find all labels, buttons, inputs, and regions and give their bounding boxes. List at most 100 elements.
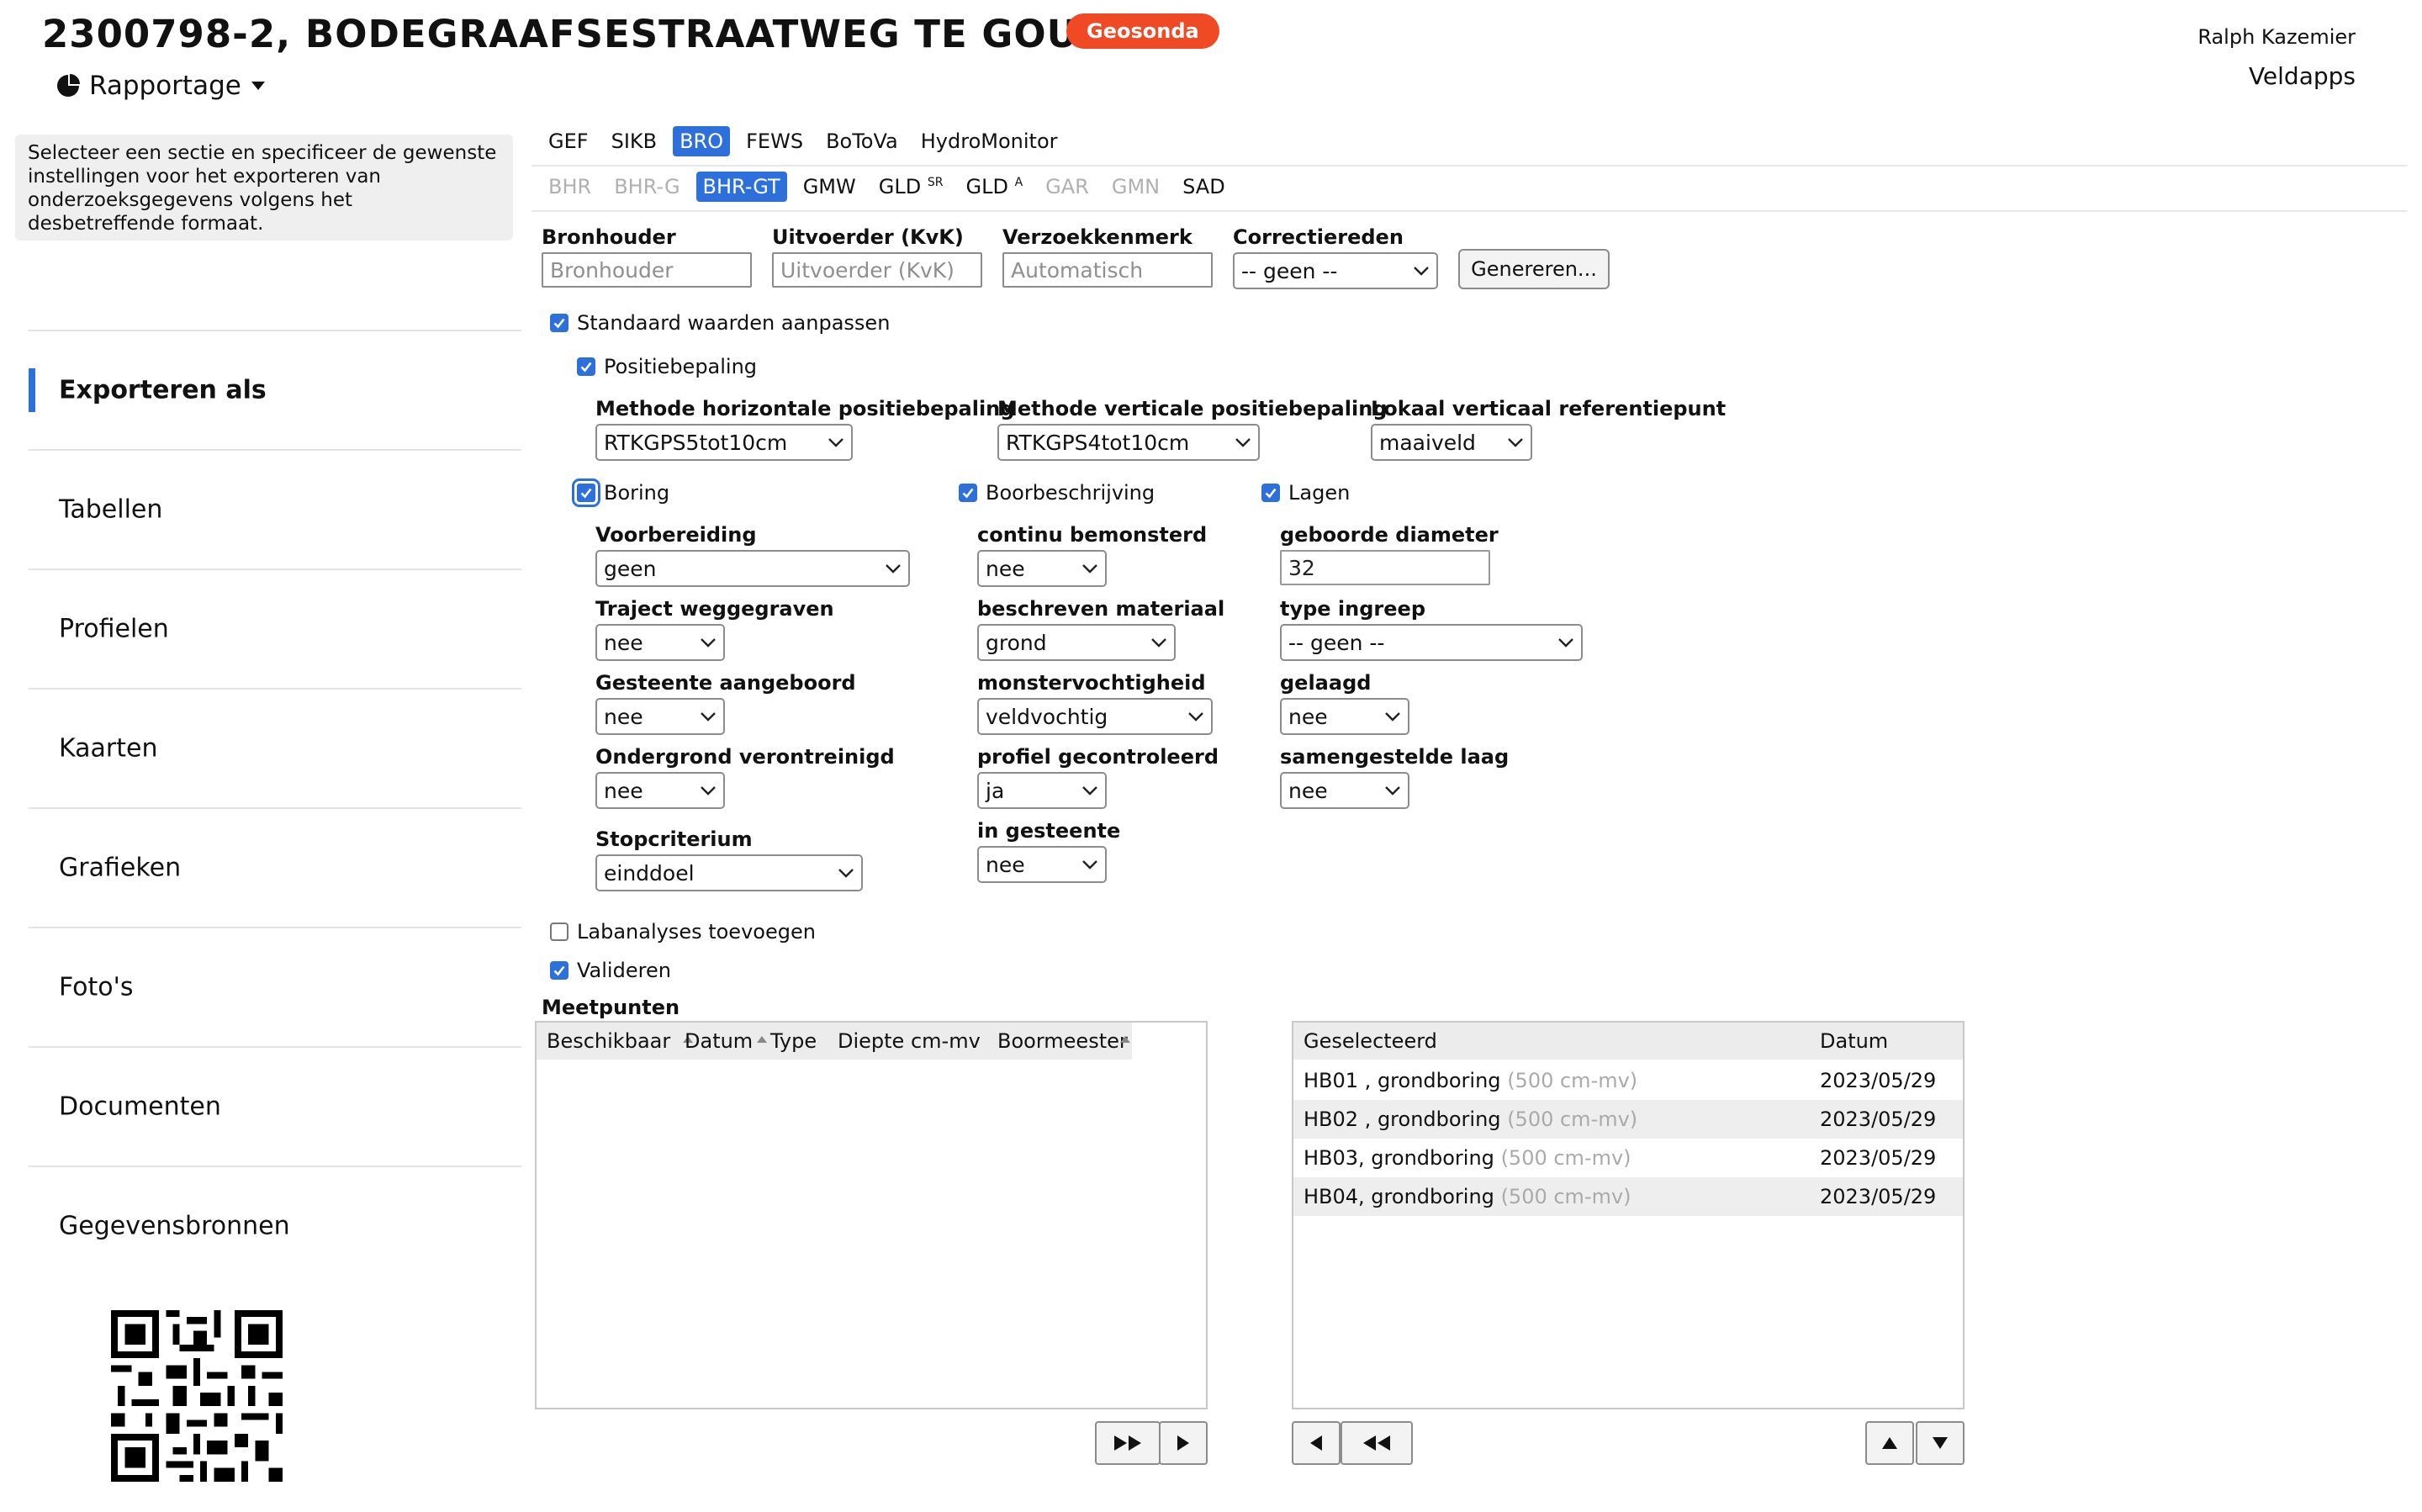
chevron-down-icon xyxy=(1081,859,1098,870)
double-right-arrow-icon xyxy=(1114,1435,1141,1451)
voorbereiding-select[interactable]: geen xyxy=(595,550,910,587)
pie-chart-icon xyxy=(57,74,80,97)
remove-button[interactable] xyxy=(1292,1421,1341,1465)
tab-bro[interactable]: BRO xyxy=(673,126,731,156)
col-geselecteerd[interactable]: Geselecteerd xyxy=(1304,1029,1437,1053)
sidebar-item-documenten[interactable]: Documenten xyxy=(29,1046,521,1166)
table-row[interactable]: HB01 , grondboring (500 cm-mv) 2023/05/2… xyxy=(1293,1061,1963,1100)
valideren-checkbox[interactable]: Valideren xyxy=(550,959,671,982)
checkbox-box[interactable] xyxy=(550,961,568,980)
chevron-down-icon xyxy=(1384,711,1401,722)
samengesteld-select[interactable]: nee xyxy=(1280,772,1409,809)
chevron-down-icon xyxy=(885,563,902,574)
table-row[interactable]: HB02 , grondboring (500 cm-mv) 2023/05/2… xyxy=(1293,1100,1963,1139)
labanalyses-checkbox[interactable]: Labanalyses toevoegen xyxy=(550,920,816,944)
row-date: 2023/05/29 xyxy=(1820,1146,1937,1170)
diameter-input[interactable] xyxy=(1280,550,1490,585)
sidebar-item-kaarten[interactable]: Kaarten xyxy=(29,688,521,807)
checkbox-box[interactable] xyxy=(550,314,568,332)
sidebar-item-label: Grafieken xyxy=(59,853,182,883)
sidebar-item-exporteren[interactable]: Exporteren als xyxy=(29,330,521,449)
tab-gld-a[interactable]: GLD A xyxy=(959,172,1029,202)
col-datum[interactable]: Datum xyxy=(685,1029,753,1053)
sidebar-item-gegevensbronnen[interactable]: Gegevensbronnen xyxy=(29,1166,521,1285)
sidebar-item-label: Exporteren als xyxy=(59,375,267,405)
row-depth: (500 cm-mv) xyxy=(1507,1108,1638,1131)
bronhouder-input[interactable] xyxy=(542,252,752,288)
checkbox-label: Labanalyses toevoegen xyxy=(577,920,816,944)
stopcriterium-label: Stopcriterium xyxy=(595,827,753,851)
lagen-checkbox[interactable]: Lagen xyxy=(1261,481,1350,505)
tab-gar[interactable]: GAR xyxy=(1039,172,1096,202)
apps-link[interactable]: Veldapps xyxy=(2249,62,2356,90)
selected-table[interactable]: Geselecteerd Datum HB01 , grondboring (5… xyxy=(1292,1021,1965,1409)
tab-gmw[interactable]: GMW xyxy=(796,172,863,202)
col-boormeester[interactable]: Boormeester xyxy=(997,1029,1128,1053)
continu-select[interactable]: nee xyxy=(977,550,1107,587)
tab-hydromonitor[interactable]: HydroMonitor xyxy=(914,126,1065,156)
tab-botova[interactable]: BoToVa xyxy=(819,126,905,156)
tab-gef[interactable]: GEF xyxy=(542,126,595,156)
boorbeschrijving-checkbox[interactable]: Boorbeschrijving xyxy=(959,481,1155,505)
tab-bhr-g[interactable]: BHR-G xyxy=(607,172,686,202)
sidebar-item-fotos[interactable]: Foto's xyxy=(29,927,521,1046)
positie-checkbox[interactable]: Positiebepaling xyxy=(577,355,757,378)
tab-divider xyxy=(531,210,2407,212)
gelaagd-select[interactable]: nee xyxy=(1280,698,1409,735)
checkbox-box[interactable] xyxy=(550,923,568,941)
profiel-select[interactable]: ja xyxy=(977,772,1107,809)
sidebar-item-profielen[interactable]: Profielen xyxy=(29,568,521,688)
gesteente-select[interactable]: nee xyxy=(595,698,725,735)
stopcriterium-select[interactable]: einddoel xyxy=(595,854,863,891)
checkbox-box[interactable] xyxy=(577,357,595,376)
traject-select[interactable]: nee xyxy=(595,624,725,661)
materiaal-select[interactable]: grond xyxy=(977,624,1176,661)
checkbox-label: Valideren xyxy=(577,959,671,982)
checkmark-icon xyxy=(961,486,975,500)
sidebar-item-tabellen[interactable]: Tabellen xyxy=(29,449,521,568)
tab-bhr-gt[interactable]: BHR-GT xyxy=(695,172,787,202)
tab-sad[interactable]: SAD xyxy=(1176,172,1232,202)
boring-checkbox[interactable]: Boring xyxy=(572,478,669,507)
remove-all-button[interactable] xyxy=(1341,1421,1413,1465)
table-row[interactable]: HB04, grondboring (500 cm-mv) 2023/05/29 xyxy=(1293,1177,1963,1216)
add-all-button[interactable] xyxy=(1095,1421,1161,1465)
ingreep-select[interactable]: -- geen -- xyxy=(1280,624,1583,661)
move-down-button[interactable] xyxy=(1916,1421,1965,1465)
checkbox-box[interactable] xyxy=(572,478,600,507)
tab-sikb[interactable]: SIKB xyxy=(605,126,664,156)
select-value: ja xyxy=(986,778,1005,803)
add-button[interactable] xyxy=(1159,1421,1208,1465)
ondergrond-select[interactable]: nee xyxy=(595,772,725,809)
col-diepte[interactable]: Diepte cm-mv xyxy=(838,1029,981,1053)
tab-fews[interactable]: FEWS xyxy=(739,126,810,156)
col-beschikbaar[interactable]: Beschikbaar xyxy=(547,1029,670,1053)
tab-gmn[interactable]: GMN xyxy=(1105,172,1166,202)
tab-superscript: A xyxy=(1014,176,1023,189)
vocht-select[interactable]: veldvochtig xyxy=(977,698,1213,735)
lokaal-select[interactable]: maaiveld xyxy=(1371,424,1532,461)
col-type[interactable]: Type xyxy=(770,1029,817,1053)
tab-bhr[interactable]: BHR xyxy=(542,172,598,202)
horiz-select[interactable]: RTKGPS5tot10cm xyxy=(595,424,853,461)
generate-button[interactable]: Genereren... xyxy=(1458,249,1610,289)
rapportage-menu[interactable]: Rapportage xyxy=(56,71,267,101)
tab-gld-sr[interactable]: GLD SR xyxy=(872,172,950,202)
voorbereiding-label: Voorbereiding xyxy=(595,523,757,547)
sidebar-item-grafieken[interactable]: Grafieken xyxy=(29,807,521,927)
vert-select[interactable]: RTKGPS4tot10cm xyxy=(997,424,1260,461)
correctiereden-select[interactable]: -- geen -- xyxy=(1233,252,1438,289)
col-datum[interactable]: Datum xyxy=(1820,1029,1888,1053)
standaard-checkbox[interactable]: Standaard waarden aanpassen xyxy=(550,311,890,335)
checkbox-box[interactable] xyxy=(1261,484,1280,502)
in-gesteente-select[interactable]: nee xyxy=(977,846,1107,883)
checkbox-box[interactable] xyxy=(959,484,977,502)
available-table[interactable]: Beschikbaar Datum Type Diepte cm-mv Boor… xyxy=(535,1021,1208,1409)
move-up-button[interactable] xyxy=(1865,1421,1914,1465)
select-value: RTKGPS4tot10cm xyxy=(1006,430,1190,455)
select-value: nee xyxy=(986,556,1025,581)
user-name[interactable]: Ralph Kazemier xyxy=(2197,25,2356,49)
table-row[interactable]: HB03, grondboring (500 cm-mv) 2023/05/29 xyxy=(1293,1139,1963,1177)
uitvoerder-input[interactable] xyxy=(772,252,982,288)
verzoekkenmerk-input[interactable] xyxy=(1002,252,1213,288)
